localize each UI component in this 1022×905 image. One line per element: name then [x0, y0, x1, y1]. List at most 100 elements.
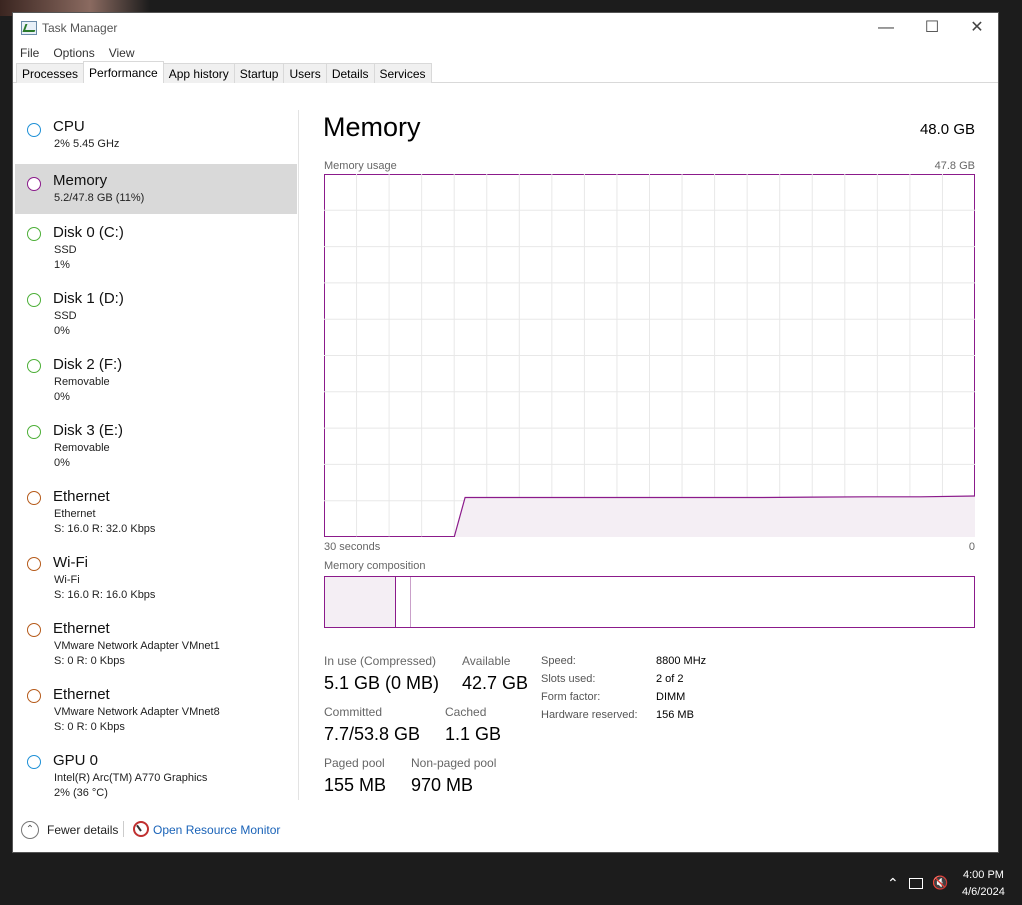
total-memory: 48.0 GB: [919, 121, 975, 138]
fewer-details-button[interactable]: Fewer details: [47, 823, 118, 837]
sidebar-item-type: Removable: [54, 442, 110, 454]
paged-pool-label: Paged pool: [324, 756, 385, 770]
tab-bar: Processes Performance App history Startu…: [13, 61, 998, 83]
network-graph-icon: [27, 623, 41, 637]
slots-used-label: Slots used:: [541, 673, 596, 685]
maximize-button[interactable]: ☐: [909, 17, 955, 41]
tab-details[interactable]: Details: [325, 63, 375, 83]
sidebar-item-ethernet[interactable]: Ethernet Ethernet S: 16.0 R: 32.0 Kbps: [15, 478, 297, 544]
available-label: Available: [462, 654, 511, 668]
chevron-up-icon[interactable]: ⌃: [887, 875, 899, 892]
sidebar-item-label: Disk 2 (F:): [53, 356, 123, 373]
sidebar-item-disk1[interactable]: Disk 1 (D:) SSD 0%: [15, 280, 297, 346]
send-value: 16.0: [67, 523, 89, 535]
sidebar-item-label: Disk 1 (D:): [53, 290, 124, 307]
tab-performance[interactable]: Performance: [83, 61, 164, 83]
tab-services[interactable]: Services: [373, 63, 432, 83]
sidebar-item-label: Ethernet: [53, 686, 110, 703]
sidebar-item-vmnet8[interactable]: Ethernet VMware Network Adapter VMnet8 S…: [15, 676, 297, 742]
disk-graph-icon: [27, 359, 41, 373]
footer-bar: ⌃ Fewer details Open Resource Monitor: [13, 813, 1000, 843]
sidebar-item-label: Disk 0 (C:): [53, 224, 124, 241]
network-icon[interactable]: [909, 878, 923, 889]
receive-value: 16.0 Kbps: [105, 589, 156, 601]
tab-processes[interactable]: Processes: [16, 63, 85, 83]
committed-value: 7.7/53.8 GB: [324, 724, 421, 744]
sidebar-item-vmnet1[interactable]: Ethernet VMware Network Adapter VMnet1 S…: [15, 610, 297, 676]
clock-time[interactable]: 4:00 PM: [963, 869, 1004, 881]
network-graph-icon: [27, 689, 41, 703]
sidebar-item-gpu0[interactable]: GPU 0 Intel(R) Arc(TM) A770 Graphics 2% …: [15, 742, 297, 808]
minimize-button[interactable]: —: [863, 17, 909, 41]
send-value: 16.0: [67, 589, 89, 601]
sidebar-item-type: Removable: [54, 376, 110, 388]
sidebar-item-type: SSD: [54, 310, 77, 322]
sidebar-item-disk2[interactable]: Disk 2 (F:) Removable 0%: [15, 346, 297, 412]
sidebar-item-usage: 0%: [54, 391, 70, 403]
receive-label: R:: [91, 523, 103, 535]
sidebar-item-label: CPU: [53, 118, 85, 135]
clock-date[interactable]: 4/6/2024: [962, 886, 1005, 898]
memory-graph-icon: [27, 177, 41, 191]
sidebar-item-disk3[interactable]: Disk 3 (E:) Removable 0%: [15, 412, 297, 478]
taskbar: ⌃ 🔇 4:00 PM 4/6/2024: [0, 865, 1022, 905]
in-use-value: 5.1 GB (0 MB): [324, 673, 440, 693]
window-title: Task Manager: [42, 21, 118, 35]
disk-graph-icon: [27, 293, 41, 307]
tab-users[interactable]: Users: [283, 63, 327, 83]
receive-value: 32.0 Kbps: [105, 523, 156, 535]
volume-muted-icon[interactable]: 🔇: [932, 875, 948, 891]
sidebar-item-type: SSD: [54, 244, 77, 256]
menu-bar: File Options View: [13, 43, 998, 63]
tab-app-history[interactable]: App history: [162, 63, 235, 83]
close-button[interactable]: ✕: [954, 17, 1000, 41]
composition-modified: [396, 577, 411, 627]
sidebar-item-usage: 0%: [54, 457, 70, 469]
sidebar-item-label: Ethernet: [53, 620, 110, 637]
gpu-graph-icon: [27, 755, 41, 769]
open-resource-monitor-link[interactable]: Open Resource Monitor: [153, 823, 280, 837]
sidebar-item-adapter: VMware Network Adapter VMnet1: [54, 640, 220, 652]
page-title: Memory: [323, 112, 421, 142]
form-factor-value: DIMM: [656, 691, 686, 703]
disk-graph-icon: [27, 227, 41, 241]
menu-view[interactable]: View: [109, 46, 135, 60]
sidebar-item-wifi[interactable]: Wi-Fi Wi-Fi S: 16.0 R: 16.0 Kbps: [15, 544, 297, 610]
memory-usage-label: Memory usage: [324, 160, 397, 172]
sidebar-item-usage: 1%: [54, 259, 70, 271]
resource-monitor-icon[interactable]: [133, 821, 149, 837]
send-label: S:: [54, 589, 65, 601]
title-bar[interactable]: Task Manager — ☐ ✕: [13, 13, 998, 43]
send-value: 0: [67, 721, 74, 733]
menu-options[interactable]: Options: [53, 46, 94, 60]
sidebar-item-disk0[interactable]: Disk 0 (C:) SSD 1%: [15, 214, 297, 280]
in-use-label: In use (Compressed): [324, 654, 437, 668]
task-manager-icon: [21, 21, 37, 35]
send-label: S:: [54, 655, 65, 667]
slots-used-value: 2 of 2: [656, 673, 684, 685]
memory-panel: Memory 48.0 GB Memory usage 47.8 GB 30 s…: [313, 110, 983, 810]
paged-pool-value: 155 MB: [324, 775, 387, 795]
cached-label: Cached: [445, 705, 487, 719]
sidebar-item-usage: 0%: [54, 325, 70, 337]
tab-startup[interactable]: Startup: [233, 63, 285, 83]
menu-file[interactable]: File: [20, 46, 39, 60]
sidebar-item-adapter: Intel(R) Arc(TM) A770 Graphics: [54, 772, 208, 784]
send-value: 0: [67, 655, 74, 667]
sidebar-item-throughput: S: 0 R: 0 Kbps: [54, 721, 125, 733]
sidebar-item-detail: 2% 5.45 GHz: [54, 138, 120, 150]
sidebar-item-throughput: S: 0 R: 0 Kbps: [54, 655, 125, 667]
sidebar-item-label: Ethernet: [53, 488, 110, 505]
speed-label: Speed:: [541, 655, 576, 667]
chevron-up-icon[interactable]: ⌃: [21, 821, 39, 839]
disk-graph-icon: [27, 425, 41, 439]
time-span-label: 30 seconds: [324, 541, 381, 553]
footer-divider: [123, 821, 124, 837]
memory-composition-label: Memory composition: [324, 560, 426, 572]
sidebar-item-adapter: Wi-Fi: [54, 574, 80, 586]
speed-value: 8800 MHz: [656, 655, 707, 667]
non-paged-pool-label: Non-paged pool: [411, 756, 497, 770]
sidebar-item-cpu[interactable]: CPU 2% 5.45 GHz: [15, 110, 297, 164]
sidebar-item-memory[interactable]: Memory 5.2/47.8 GB (11%): [15, 164, 297, 214]
resource-sidebar: CPU 2% 5.45 GHz Memory 5.2/47.8 GB (11%)…: [15, 110, 297, 802]
